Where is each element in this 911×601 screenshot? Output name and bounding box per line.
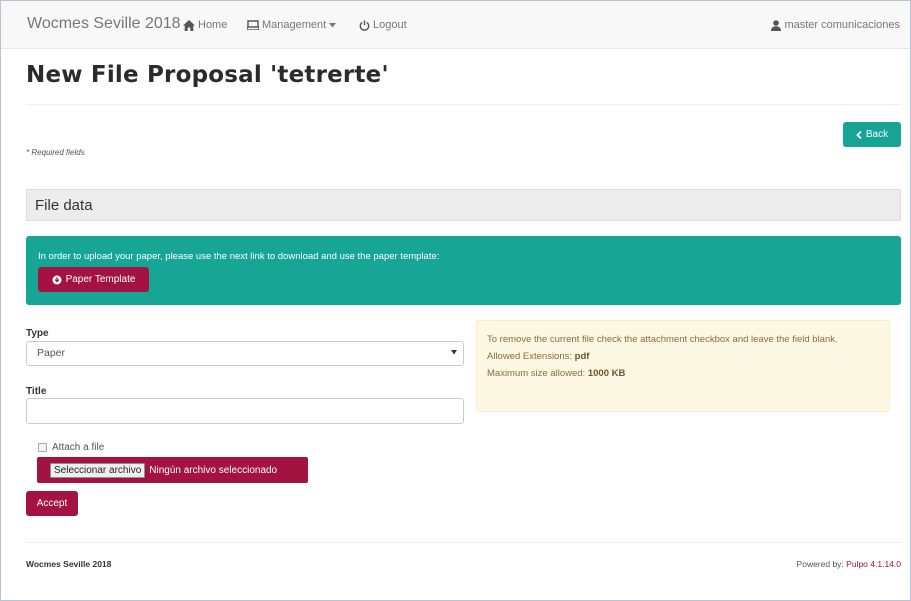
max-size-value: 1000 KB [587,368,626,379]
file-status-text: Ningún archivo seleccionado [149,464,278,476]
attach-file-row: Attach a file [38,442,104,453]
allowed-extensions-value: pdf [574,351,590,362]
allowed-extensions-label: Allowed Extensions: [487,351,573,362]
powered-by-label: Powered by: [796,559,844,569]
circle-arrow-down-icon [52,275,62,284]
paper-template-alert: In order to upload your paper, please us… [26,236,901,305]
attach-file-label: Attach a file [52,442,105,453]
type-select[interactable]: Paper [26,341,464,366]
caret-down-icon [329,22,337,27]
file-info-alert: To remove the current file check the att… [476,320,890,412]
footer-powered-by: Powered by: Pulpo 4.1.14.0 [797,559,901,569]
attach-file-checkbox[interactable] [38,443,47,452]
paper-template-label: Paper Template [65,274,136,285]
title-input[interactable] [26,398,464,424]
page-title: New File Proposal 'tetrerte' [26,62,389,88]
nav-user-link[interactable]: master comunicaciones [771,19,900,31]
pulpo-link[interactable]: Pulpo 4.1.14.0 [846,559,901,569]
accept-button[interactable]: Accept [26,491,78,516]
max-size: Maximum size allowed: 1000 KB [487,368,879,380]
paper-template-button[interactable]: Paper Template [38,267,149,292]
nav-management-dropdown[interactable]: Management [247,19,337,31]
chevron-left-icon [856,130,862,139]
file-upload-field: Seleccionar archivo Ningún archivo selec… [37,457,308,483]
title-label: Title [26,386,47,397]
file-data-heading: File data [26,189,901,221]
nav-home-link[interactable]: Home [183,19,227,31]
back-button-label: Back [865,129,889,140]
nav-user-label: master comunicaciones [784,19,900,31]
navbar-brand[interactable]: Wocmes Seville 2018 [27,15,181,33]
home-icon [183,19,195,31]
paper-template-text: In order to upload your paper, please us… [38,251,440,262]
choose-file-button[interactable]: Seleccionar archivo [50,462,146,478]
footer-site-name: Wocmes Seville 2018 [26,559,112,569]
caret-down-icon [451,350,457,355]
required-fields-note: * Required fields [26,148,85,157]
footer-divider [26,542,901,543]
max-size-label: Maximum size allowed: [487,368,586,379]
nav-logout-label: Logout [373,19,407,31]
nav-management-label: Management [262,19,327,31]
power-icon [359,19,370,31]
allowed-extensions: Allowed Extensions: pdf [487,351,879,363]
type-label: Type [26,328,49,339]
type-select-value: Paper [37,347,66,359]
remove-file-note: To remove the current file check the att… [487,334,838,345]
title-divider [26,104,901,105]
hdd-icon [247,20,259,30]
user-icon [771,19,782,31]
nav-home-label: Home [198,19,228,31]
back-button[interactable]: Back [843,122,901,147]
nav-logout-link[interactable]: Logout [359,19,407,31]
top-navbar: Wocmes Seville 2018 Home Management Logo… [1,1,910,49]
